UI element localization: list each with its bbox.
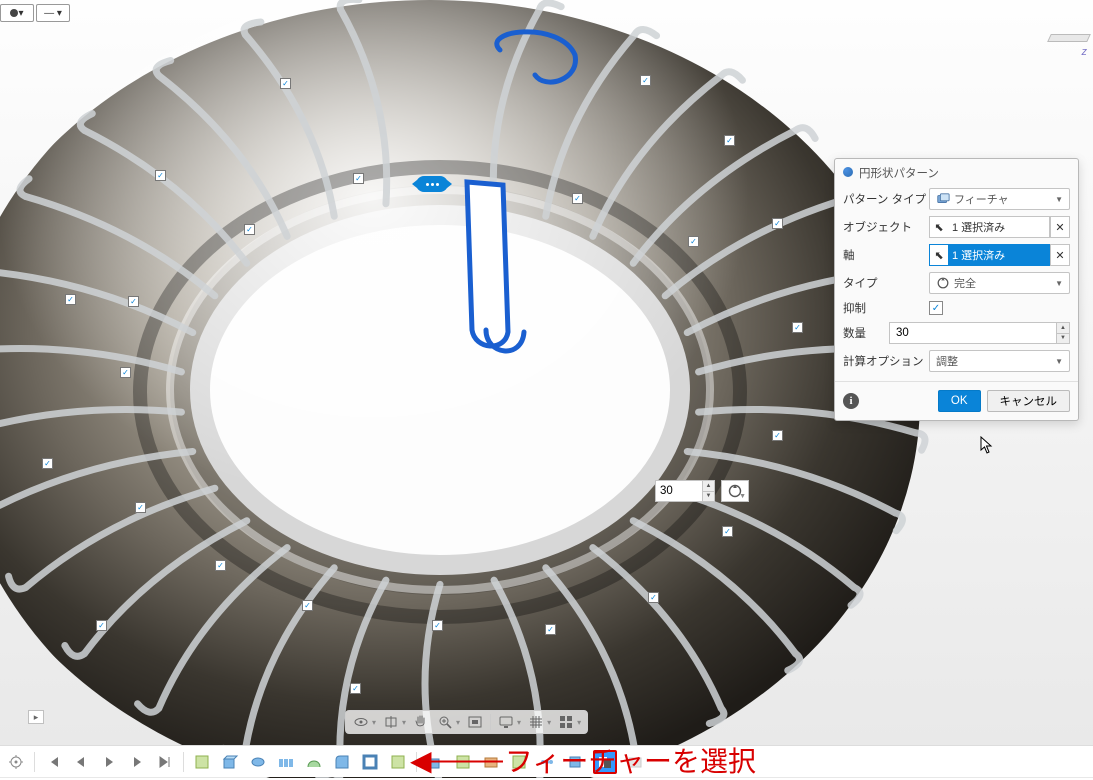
pan-icon[interactable] [412, 713, 430, 731]
axis-selection-chip[interactable]: ⬉ 1 選択済み [929, 244, 1050, 266]
instance-checkbox[interactable]: ✓ [42, 458, 53, 469]
hud-type-toggle[interactable]: ▼ [721, 480, 749, 502]
axis-clear-button[interactable]: ✕ [1050, 244, 1070, 266]
feature-revolve-icon[interactable] [248, 752, 268, 772]
cursor-icon: ⬉ [930, 217, 948, 237]
arrow-left-icon: ◀──── [410, 744, 501, 777]
suppress-label: 抑制 [843, 300, 929, 316]
feature-sketch-icon[interactable] [192, 752, 212, 772]
compute-select[interactable]: 調整 ▼ [929, 350, 1070, 372]
axis-label: 軸 [843, 247, 929, 263]
skip-fwd-icon[interactable] [155, 752, 175, 772]
instance-checkbox[interactable]: ✓ [302, 600, 313, 611]
instance-checkbox[interactable]: ✓ [572, 193, 583, 204]
instance-checkbox[interactable]: ✓ [640, 75, 651, 86]
feature-shell-icon[interactable] [360, 752, 380, 772]
instance-checkbox[interactable]: ✓ [350, 683, 361, 694]
instance-checkbox[interactable]: ✓ [432, 620, 443, 631]
spin-down-button[interactable]: ▼ [1056, 333, 1070, 345]
quantity-input[interactable] [889, 322, 1056, 344]
chevron-down-icon: ▼ [1055, 195, 1063, 204]
pattern-type-label: パターン タイプ [843, 191, 929, 207]
dialog-title: 円形状パターン [835, 159, 1078, 185]
grid-settings-icon[interactable] [527, 713, 545, 731]
timeline-settings-icon[interactable] [6, 752, 26, 772]
hud-spin-down[interactable]: ▼ [702, 492, 714, 502]
instance-checkbox[interactable]: ✓ [244, 224, 255, 235]
navigation-bar: ▾ ▾ ▾ ▾ ▾ ▾ [345, 710, 588, 734]
look-at-icon[interactable] [382, 713, 400, 731]
display-settings-icon[interactable] [497, 713, 515, 731]
rotate-manipulator[interactable] [416, 176, 448, 192]
instance-checkbox[interactable]: ✓ [722, 526, 733, 537]
feature-loft-icon[interactable] [304, 752, 324, 772]
axis-z-label: z [1082, 46, 1088, 58]
orbit-icon[interactable] [352, 713, 370, 731]
chevron-down-icon: ▼ [739, 493, 746, 500]
instance-checkbox[interactable]: ✓ [724, 135, 735, 146]
instance-checkbox[interactable]: ✓ [688, 236, 699, 247]
hud-spin-up[interactable]: ▲ [702, 481, 714, 492]
browser-collapse-toggle[interactable]: ▸ [28, 710, 44, 724]
compute-label: 計算オプション [843, 353, 929, 369]
instance-checkbox[interactable]: ✓ [545, 624, 556, 635]
chevron-down-icon: ▼ [1055, 279, 1063, 288]
cancel-button[interactable]: キャンセル [987, 390, 1071, 412]
spin-up-button[interactable]: ▲ [1056, 322, 1070, 333]
objects-selection-chip[interactable]: ⬉ 1 選択済み [929, 216, 1050, 238]
feature-sketch-icon[interactable] [388, 752, 408, 772]
instance-checkbox[interactable]: ✓ [792, 322, 803, 333]
instance-checkbox[interactable]: ✓ [96, 620, 107, 631]
quantity-hud: 30 ▲ ▼ ▼ [655, 480, 749, 502]
pattern-type-select[interactable]: フィーチャ ▼ [929, 188, 1070, 210]
quantity-label: 数量 [843, 325, 889, 341]
quantity-spinner[interactable]: ▲ ▼ [889, 322, 1070, 344]
cursor-icon: ⬉ [930, 245, 948, 265]
full-circle-icon [936, 276, 950, 290]
instance-checkbox[interactable]: ✓ [215, 560, 226, 571]
ok-button[interactable]: OK [938, 390, 981, 412]
objects-clear-button[interactable]: ✕ [1050, 216, 1070, 238]
feature-fillet-icon[interactable] [332, 752, 352, 772]
hud-quantity-field[interactable]: 30 ▲ ▼ [655, 480, 715, 502]
step-fwd-icon[interactable] [127, 752, 147, 772]
step-back-icon[interactable] [71, 752, 91, 772]
top-left-controls: ▾ — ▾ [0, 4, 70, 22]
bullet-dropdown[interactable]: ▾ [0, 4, 34, 22]
suppress-checkbox[interactable]: ✓ [929, 301, 943, 315]
annotation-callout: ◀──── フィーチャーを選択 [410, 740, 756, 780]
feature-extrude-icon[interactable] [220, 752, 240, 772]
annotation-text: フィーチャーを選択 [505, 740, 756, 780]
instance-checkbox[interactable]: ✓ [120, 367, 131, 378]
instance-checkbox[interactable]: ✓ [65, 294, 76, 305]
circular-pattern-dialog: 円形状パターン パターン タイプ フィーチャ ▼ オブジェクト ⬉ 1 選択済み… [834, 158, 1079, 421]
instance-checkbox[interactable]: ✓ [772, 430, 783, 441]
view-cube[interactable]: z [1029, 4, 1089, 64]
viewport-layout-icon[interactable] [557, 713, 575, 731]
mouse-cursor [980, 436, 994, 454]
instance-checkbox[interactable]: ✓ [128, 296, 139, 307]
instance-checkbox[interactable]: ✓ [135, 502, 146, 513]
play-icon[interactable] [99, 752, 119, 772]
instance-checkbox[interactable]: ✓ [155, 170, 166, 181]
feature-pattern-icon[interactable] [276, 752, 296, 772]
instance-checkbox[interactable]: ✓ [772, 218, 783, 229]
type-label: タイプ [843, 275, 929, 291]
fit-icon[interactable] [466, 713, 484, 731]
type-select[interactable]: 完全 ▼ [929, 272, 1070, 294]
info-icon[interactable]: i [843, 393, 859, 409]
instance-checkbox[interactable]: ✓ [280, 78, 291, 89]
instance-checkbox[interactable]: ✓ [353, 173, 364, 184]
objects-label: オブジェクト [843, 219, 929, 235]
zoom-icon[interactable] [436, 713, 454, 731]
skip-back-icon[interactable] [43, 752, 63, 772]
feature-icon [936, 192, 950, 206]
minus-dropdown[interactable]: — ▾ [36, 4, 70, 22]
chevron-down-icon: ▼ [1055, 357, 1063, 366]
instance-checkbox[interactable]: ✓ [648, 592, 659, 603]
